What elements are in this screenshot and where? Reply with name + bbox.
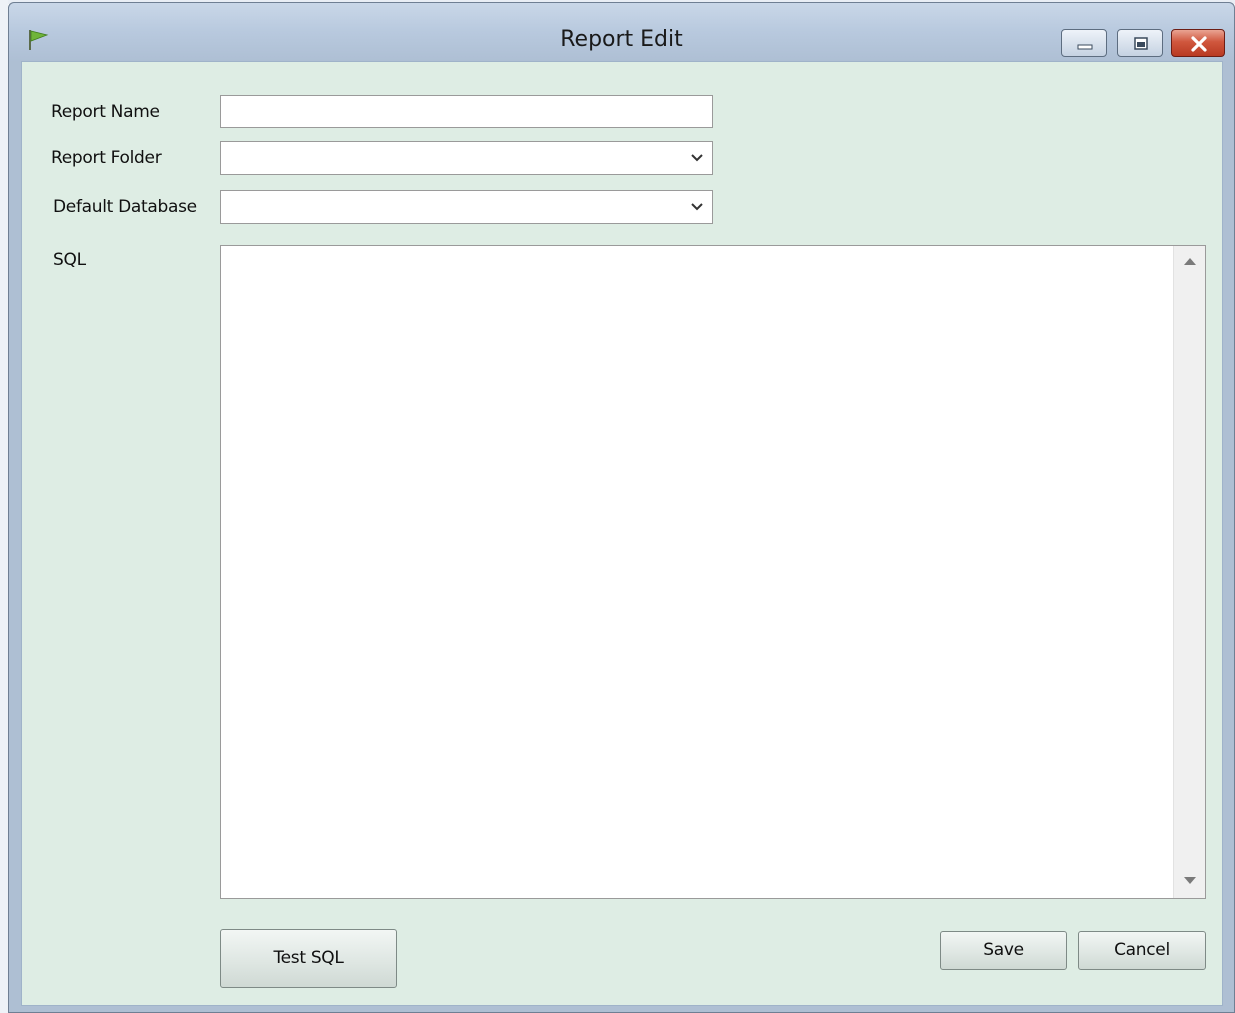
chevron-down-icon <box>691 203 703 211</box>
scroll-up-icon[interactable] <box>1183 256 1197 266</box>
default-database-dropdown[interactable] <box>220 190 713 224</box>
close-button[interactable] <box>1171 29 1225 57</box>
test-sql-button[interactable]: Test SQL <box>220 929 397 988</box>
report-edit-window: Report Edit Report Name Report Folder De… <box>8 2 1235 1013</box>
default-database-label: Default Database <box>53 197 197 217</box>
cancel-button[interactable]: Cancel <box>1078 931 1206 970</box>
sql-textarea[interactable] <box>221 246 1171 898</box>
report-folder-label: Report Folder <box>51 148 162 168</box>
close-icon <box>1191 36 1207 52</box>
restore-icon <box>1134 37 1148 50</box>
report-folder-dropdown[interactable] <box>220 141 713 175</box>
sql-label: SQL <box>53 250 86 270</box>
scroll-down-icon[interactable] <box>1183 876 1197 886</box>
chevron-down-icon <box>691 154 703 162</box>
form-area: Report Name Report Folder Default Databa… <box>21 61 1223 1006</box>
report-name-label: Report Name <box>51 102 160 122</box>
restore-button[interactable] <box>1117 29 1163 57</box>
sql-editor <box>220 245 1206 899</box>
window-title: Report Edit <box>560 27 683 52</box>
desktop-background-edge <box>0 0 8 1013</box>
title-bar[interactable]: Report Edit <box>9 3 1234 61</box>
sql-vertical-scrollbar[interactable] <box>1173 246 1205 898</box>
save-button[interactable]: Save <box>940 931 1067 970</box>
report-name-input[interactable] <box>220 95 713 128</box>
minimize-button[interactable] <box>1061 29 1107 57</box>
minimize-icon <box>1077 44 1093 50</box>
